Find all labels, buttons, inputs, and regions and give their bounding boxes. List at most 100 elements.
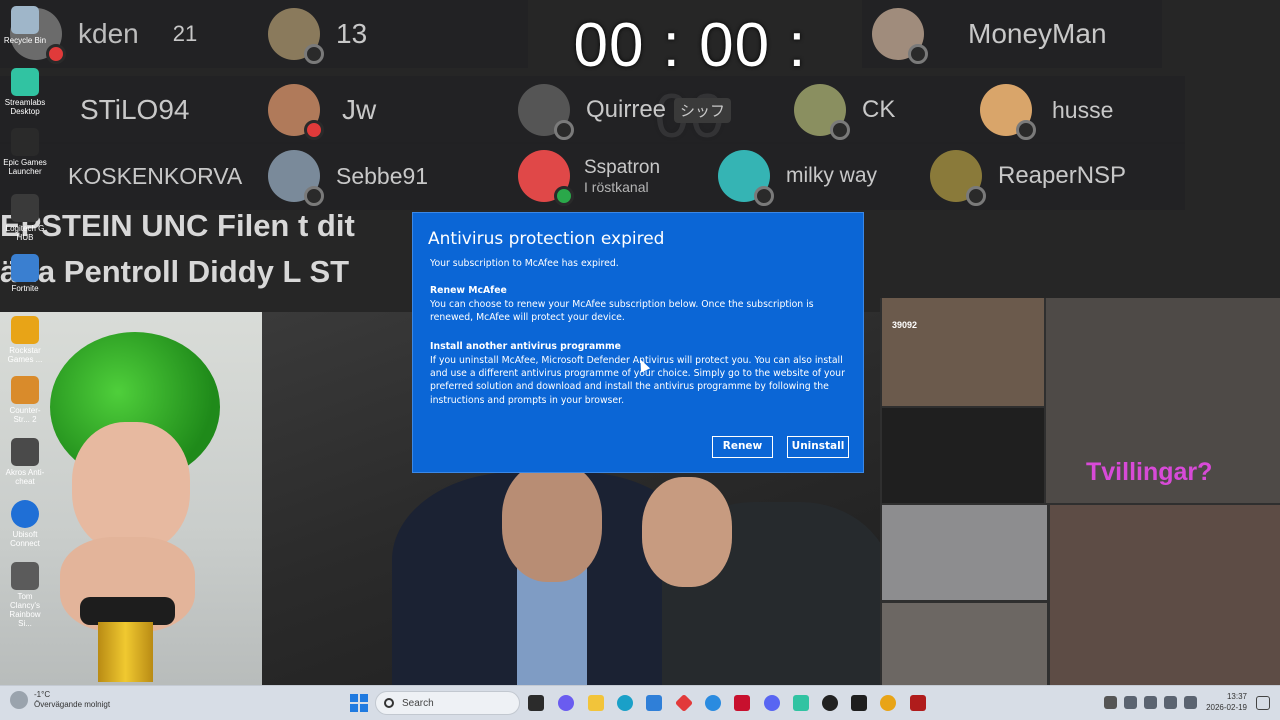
notification-icon[interactable] xyxy=(1256,696,1270,710)
wifi-icon[interactable] xyxy=(1164,696,1177,709)
webcam-cell: Tvillingar? xyxy=(1046,298,1280,503)
desktop-icon-label: Logitech G HUB xyxy=(5,224,45,242)
desktop-icon-streamlabs[interactable]: Streamlabs Desktop xyxy=(2,68,48,116)
desktop-icon-label: Recycle Bin xyxy=(3,36,47,45)
user-avatar xyxy=(980,84,1036,140)
store-icon[interactable] xyxy=(646,695,662,711)
desktop-icon-epic-games[interactable]: Epic Games Launcher xyxy=(2,128,48,176)
desktop-icon-label: Counter-Str... 2 xyxy=(9,406,41,424)
start-button[interactable] xyxy=(350,694,368,712)
recycle-bin-icon xyxy=(11,6,39,34)
webcam-caption: Tvillingar? xyxy=(1086,458,1213,486)
taskbar-clock[interactable]: 13:37 2026-02-19 xyxy=(1203,691,1247,713)
donation-text: 39092 xyxy=(892,320,918,330)
taskbar-search[interactable]: Search xyxy=(375,691,520,715)
voice-user-card: MoneyMan xyxy=(862,0,1162,68)
user-name: 13 xyxy=(336,18,368,49)
desktop-icon-rockstar[interactable]: Rockstar Games ... xyxy=(2,316,48,364)
stream-timer: 00 : 00 : 00 xyxy=(573,11,807,151)
voice-user-card: Quirree シッフ xyxy=(508,76,784,144)
ticker-line-2: ärla Pentroll Diddy L ST xyxy=(0,254,350,289)
mcafee-icon[interactable] xyxy=(734,695,750,711)
user-avatar xyxy=(268,8,324,64)
webcam-cell xyxy=(882,505,1047,600)
streamlabs-icon xyxy=(11,68,39,96)
antivirus-expired-dialog: Antivirus protection expired Your subscr… xyxy=(412,212,864,473)
user-avatar xyxy=(872,8,928,64)
user-avatar xyxy=(518,84,574,140)
discord-icon[interactable] xyxy=(764,695,780,711)
webcam-cell xyxy=(1050,505,1280,685)
logitech-taskbar-icon[interactable] xyxy=(822,695,838,711)
user-avatar xyxy=(268,84,324,140)
streamlabs-taskbar-icon[interactable] xyxy=(793,695,809,711)
network-icon[interactable] xyxy=(1124,696,1137,709)
ticker-line-1: EPSTEIN UNC Filen t dit xyxy=(0,208,355,243)
voice-status-icon xyxy=(908,44,928,64)
rockstar-icon xyxy=(11,316,39,344)
renew-button[interactable]: Renew xyxy=(712,436,773,458)
terminal-icon[interactable] xyxy=(851,695,867,711)
desktop-icon-label: Rockstar Games ... xyxy=(7,346,43,364)
desktop-icon-counter-strike[interactable]: Counter-Str... 2 xyxy=(2,376,48,424)
shield-app-icon[interactable] xyxy=(910,695,926,711)
desktop-icon-recycle-bin[interactable]: Recycle Bin xyxy=(2,6,48,45)
voice-status-icon xyxy=(554,120,574,140)
renew-heading: Renew McAfee xyxy=(430,285,507,296)
desktop-icon-ubisoft[interactable]: Ubisoft Connect xyxy=(2,500,48,548)
webcam-cell: 39092 xyxy=(882,298,1044,406)
voice-status-icon xyxy=(754,186,774,206)
desktop-icon-label: Streamlabs Desktop xyxy=(4,98,46,116)
voice-user-card: Jw xyxy=(258,76,508,144)
user-name: STiLO94 xyxy=(80,94,190,125)
desktop-icon-fortnite[interactable]: Fortnite xyxy=(2,254,48,293)
voice-user-card: Sebbe91 xyxy=(258,142,508,210)
chevron-up-icon[interactable] xyxy=(1104,696,1117,709)
help-icon[interactable] xyxy=(705,695,721,711)
voice-user-card: ReaperNSP xyxy=(920,142,1185,210)
voice-user-card: Sspatron I röstkanal xyxy=(508,142,708,210)
task-view-icon[interactable] xyxy=(528,695,544,711)
weather-desc: Övervägande molnigt xyxy=(34,700,111,709)
edge-icon[interactable] xyxy=(617,695,633,711)
rainbow-six-icon xyxy=(11,562,39,590)
user-avatar xyxy=(268,150,324,206)
desktop-icon-logitech[interactable]: Logitech G HUB xyxy=(2,194,48,242)
voice-user-card: milky way xyxy=(708,142,920,210)
ubisoft-icon xyxy=(11,500,39,528)
user-name: ReaperNSP xyxy=(998,162,1127,189)
voice-user-card: CK xyxy=(784,76,970,144)
muted-status-icon xyxy=(304,120,324,140)
user-name: milky way xyxy=(786,164,878,187)
figurine-shorts xyxy=(80,597,175,625)
copilot-icon[interactable] xyxy=(558,695,574,711)
clock-time: 13:37 xyxy=(1226,692,1247,701)
desktop-screen: 39092 Tvillingar? kden 21 13 MoneyMan 00… xyxy=(0,0,1280,720)
mobile-status-icon xyxy=(554,186,574,206)
desktop-icon-rainbow-six[interactable]: Tom Clancy's Rainbow Si... xyxy=(2,562,48,628)
file-explorer-icon[interactable] xyxy=(588,695,604,711)
user-name: Sebbe91 xyxy=(336,162,429,189)
uninstall-button[interactable]: Uninstall xyxy=(787,436,849,458)
taskbar: -1°C Övervägande molnigt Search 13:37 20… xyxy=(0,685,1280,720)
user-name: husse xyxy=(1052,96,1114,123)
microphone-icon[interactable] xyxy=(1144,696,1157,709)
wallpaper-figurine-photo xyxy=(0,312,262,685)
logitech-icon xyxy=(11,194,39,222)
user-avatar xyxy=(718,150,774,206)
volume-icon[interactable] xyxy=(1184,696,1197,709)
desktop-icon-label: Epic Games Launcher xyxy=(3,158,47,176)
user-avatar xyxy=(930,150,986,206)
weather-temp: -1°C xyxy=(34,690,51,699)
desktop-icon-label: Tom Clancy's Rainbow Si... xyxy=(9,592,41,628)
user-tag: シッフ xyxy=(674,97,732,123)
chrome-icon[interactable] xyxy=(880,695,896,711)
windows-logo-pane xyxy=(350,704,358,712)
voice-user-card: 13 xyxy=(258,0,528,68)
renew-description: You can choose to renew your McAfee subs… xyxy=(430,299,814,324)
webcam-cell xyxy=(882,603,1047,685)
desktop-icon-label: Akros Anti-cheat xyxy=(5,468,45,486)
weather-widget[interactable]: -1°C Övervägande molnigt xyxy=(10,690,110,710)
desktop-icon-akros[interactable]: Akros Anti-cheat xyxy=(2,438,48,486)
jetbrains-icon[interactable] xyxy=(674,693,694,713)
